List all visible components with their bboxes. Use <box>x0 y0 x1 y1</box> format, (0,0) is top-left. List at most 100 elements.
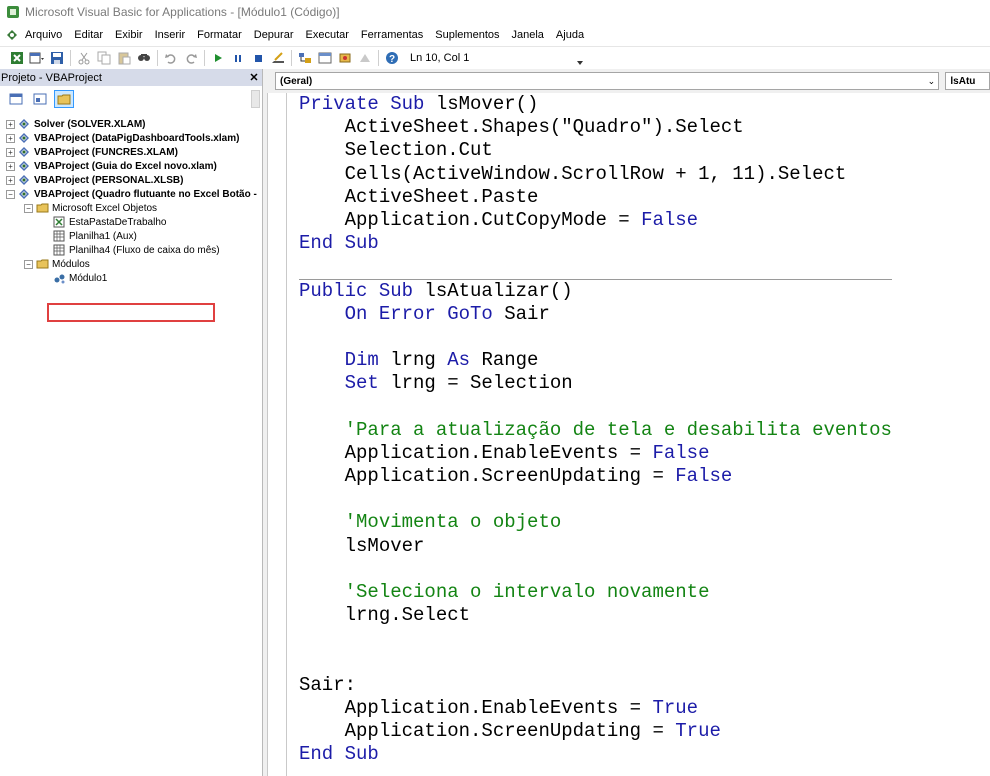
code-line[interactable] <box>299 558 892 581</box>
code-line[interactable]: End Sub <box>299 232 892 255</box>
code-text-token: lrng.Select <box>299 604 471 627</box>
view-object-icon[interactable] <box>30 90 50 108</box>
code-line[interactable]: Application.ScreenUpdating = False <box>299 465 892 488</box>
expand-icon[interactable]: + <box>6 175 15 185</box>
code-line[interactable]: Set lrng = Selection <box>299 372 892 395</box>
menu-formatar[interactable]: Formatar <box>191 29 248 41</box>
collapse-icon[interactable]: − <box>6 189 15 199</box>
menu-depurar[interactable]: Depurar <box>248 29 300 41</box>
code-editor[interactable]: Private Sub lsMover() ActiveSheet.Shapes… <box>267 93 990 776</box>
copy-icon[interactable] <box>95 49 113 67</box>
menu-ferramentas[interactable]: Ferramentas <box>355 29 429 41</box>
code-margin-indicator-bar[interactable] <box>268 93 287 776</box>
redo-icon[interactable] <box>182 49 200 67</box>
object-dropdown[interactable]: (Geral) ⌄ <box>275 72 940 90</box>
undo-icon[interactable] <box>162 49 180 67</box>
tree-item[interactable]: Planilha4 (Fluxo de caixa do mês) <box>0 243 262 257</box>
menu-bar: Arquivo Editar Exibir Inserir Formatar D… <box>0 24 990 47</box>
toolbar-options-icon[interactable] <box>576 50 584 66</box>
tree-item[interactable]: + Solver (SOLVER.XLAM) <box>0 117 262 131</box>
collapse-icon[interactable]: − <box>24 259 33 269</box>
code-line[interactable]: lrng.Select <box>299 604 892 627</box>
code-line[interactable]: 'Seleciona o intervalo novamente <box>299 581 892 604</box>
code-line[interactable]: ActiveSheet.Paste <box>299 186 892 209</box>
code-line[interactable]: Application.EnableEvents = True <box>299 697 892 720</box>
menu-janela[interactable]: Janela <box>506 29 550 41</box>
reset-icon[interactable] <box>249 49 267 67</box>
object-browser-icon[interactable] <box>336 49 354 67</box>
menu-inserir[interactable]: Inserir <box>149 29 192 41</box>
help-icon[interactable]: ? <box>383 49 401 67</box>
tree-item[interactable]: − Módulos <box>0 257 262 271</box>
code-line[interactable]: Sair: <box>299 674 892 697</box>
menu-excel-icon[interactable] <box>5 28 19 42</box>
expand-icon[interactable]: + <box>6 161 15 171</box>
properties-icon[interactable] <box>316 49 334 67</box>
code-line[interactable]: Private Sub lsMover() <box>299 93 892 116</box>
code-line[interactable] <box>299 627 892 650</box>
folder-icon <box>36 202 49 214</box>
code-line[interactable] <box>299 395 892 418</box>
view-code-icon[interactable] <box>6 90 26 108</box>
code-line[interactable]: Cells(ActiveWindow.ScrollRow + 1, 11).Se… <box>299 163 892 186</box>
break-icon[interactable] <box>229 49 247 67</box>
code-line[interactable] <box>299 488 892 511</box>
view-excel-icon[interactable] <box>8 49 26 67</box>
code-line[interactable]: End Sub <box>299 743 892 766</box>
code-line[interactable]: Application.EnableEvents = False <box>299 442 892 465</box>
tree-item[interactable]: − Microsoft Excel Objetos <box>0 201 262 215</box>
code-line[interactable]: 'Para a atualização de tela e desabilita… <box>299 419 892 442</box>
procedure-dropdown[interactable]: lsAtu <box>945 72 990 90</box>
toggle-folders-icon[interactable] <box>54 90 74 108</box>
code-line[interactable]: On Error GoTo Sair <box>299 303 892 326</box>
code-line[interactable]: Selection.Cut <box>299 139 892 162</box>
project-icon <box>18 160 30 172</box>
menu-editar[interactable]: Editar <box>68 29 109 41</box>
menu-suplementos[interactable]: Suplementos <box>429 29 505 41</box>
chevron-down-icon[interactable]: ⌄ <box>924 76 938 87</box>
close-icon[interactable]: ✕ <box>245 70 262 86</box>
tree-item[interactable]: Planilha1 (Aux) <box>0 229 262 243</box>
code-line[interactable]: Dim lrng As Range <box>299 349 892 372</box>
tree-item[interactable]: − VBAProject (Quadro flutuante no Excel B… <box>0 187 262 201</box>
tree-item[interactable]: + VBAProject (FUNCRES.XLAM) <box>0 145 262 159</box>
pane-scrollbar[interactable] <box>251 90 260 108</box>
code-line[interactable] <box>299 651 892 674</box>
paste-icon[interactable] <box>115 49 133 67</box>
code-line[interactable]: Application.CutCopyMode = False <box>299 209 892 232</box>
tree-item-label: Microsoft Excel Objetos <box>52 202 158 214</box>
toolbox-icon[interactable] <box>356 49 374 67</box>
menu-ajuda[interactable]: Ajuda <box>550 29 590 41</box>
menu-arquivo[interactable]: Arquivo <box>19 29 68 41</box>
code-line[interactable]: Public Sub lsAtualizar() <box>299 280 892 303</box>
tree-item[interactable]: + VBAProject (DataPigDashboardTools.xlam) <box>0 131 262 145</box>
code-line[interactable]: ActiveSheet.Shapes("Quadro").Select <box>299 116 892 139</box>
code-text[interactable]: Private Sub lsMover() ActiveSheet.Shapes… <box>299 93 892 766</box>
menu-exibir[interactable]: Exibir <box>109 29 149 41</box>
cut-icon[interactable] <box>75 49 93 67</box>
save-icon[interactable] <box>48 49 66 67</box>
tree-item[interactable]: + VBAProject (Guia do Excel novo.xlam) <box>0 159 262 173</box>
code-text-token: Selection.Cut <box>299 139 493 162</box>
expand-icon[interactable]: + <box>6 133 15 143</box>
tree-item[interactable]: Módulo1 <box>0 271 262 285</box>
code-line[interactable] <box>299 326 892 349</box>
tree-item[interactable]: EstaPastaDeTrabalho <box>0 215 262 229</box>
toolbar-separator <box>157 50 158 66</box>
code-line[interactable] <box>299 255 892 280</box>
find-icon[interactable] <box>135 49 153 67</box>
code-line[interactable]: 'Movimenta o objeto <box>299 511 892 534</box>
tree-item[interactable]: + VBAProject (PERSONAL.XLSB) <box>0 173 262 187</box>
insert-module-icon[interactable] <box>28 49 46 67</box>
expand-icon[interactable]: + <box>6 147 15 157</box>
code-line[interactable]: lsMover <box>299 535 892 558</box>
design-mode-icon[interactable] <box>269 49 287 67</box>
project-explorer-icon[interactable] <box>296 49 314 67</box>
menu-executar[interactable]: Executar <box>300 29 355 41</box>
expand-icon[interactable]: + <box>6 119 15 129</box>
code-line[interactable]: Application.ScreenUpdating = True <box>299 720 892 743</box>
code-text-token: Application.ScreenUpdating = <box>299 465 676 487</box>
collapse-icon[interactable]: − <box>24 203 33 213</box>
run-icon[interactable] <box>209 49 227 67</box>
toolbar-separator <box>204 50 205 66</box>
